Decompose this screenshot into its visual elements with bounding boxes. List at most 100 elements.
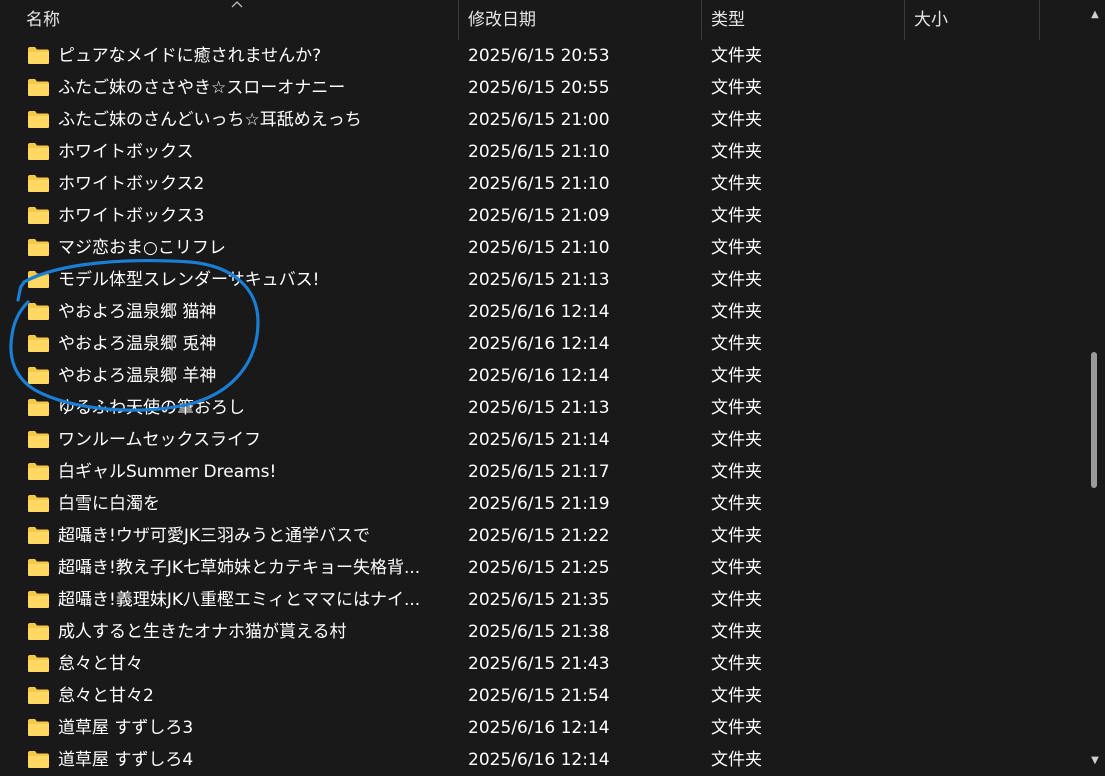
file-type: 文件夹 [711, 718, 762, 738]
file-date-modified: 2025/6/15 21:10 [468, 142, 610, 162]
file-date-modified: 2025/6/15 20:53 [468, 46, 610, 66]
file-type: 文件夹 [711, 302, 762, 322]
file-date-modified: 2025/6/15 21:25 [468, 558, 610, 578]
file-row[interactable]: 白雪に白濁を 2025/6/15 21:19 文件夹 [17, 488, 1085, 520]
file-row[interactable]: マジ恋おま○こリフレ 2025/6/15 21:10 文件夹 [17, 232, 1085, 264]
file-date-modified: 2025/6/15 21:13 [468, 398, 610, 418]
file-row[interactable]: やおよろ温泉郷 猫神 2025/6/16 12:14 文件夹 [17, 296, 1085, 328]
file-row[interactable]: 道草屋 すずしろ4 2025/6/16 12:14 文件夹 [17, 744, 1085, 776]
file-date-modified: 2025/6/15 21:10 [468, 174, 610, 194]
folder-icon [28, 591, 49, 608]
file-date-modified: 2025/6/15 21:22 [468, 526, 610, 546]
folder-icon [28, 431, 49, 448]
file-date-modified: 2025/6/16 12:14 [468, 302, 610, 322]
file-name: ホワイトボックス [58, 142, 194, 162]
file-type: 文件夹 [711, 654, 762, 674]
folder-icon [28, 207, 49, 224]
folder-icon [28, 303, 49, 320]
file-row[interactable]: 道草屋 すずしろ3 2025/6/16 12:14 文件夹 [17, 712, 1085, 744]
file-name: 道草屋 すずしろ4 [58, 750, 194, 770]
file-type: 文件夹 [711, 46, 762, 66]
folder-icon [28, 687, 49, 704]
folder-icon [28, 175, 49, 192]
file-type: 文件夹 [711, 622, 762, 642]
file-row[interactable]: ホワイトボックス 2025/6/15 21:10 文件夹 [17, 136, 1085, 168]
file-name: 怠々と甘々2 [58, 686, 154, 706]
file-row[interactable]: 超囁き!義理妹JK八重樫エミィとママにはナイ... 2025/6/15 21:35… [17, 584, 1085, 616]
file-name: ふたご妹のささやき☆スローオナニー [58, 78, 346, 98]
file-type: 文件夹 [711, 366, 762, 386]
file-name: 白ギャルSummer Dreams! [58, 462, 277, 482]
file-date-modified: 2025/6/16 12:14 [468, 366, 610, 386]
file-name: やおよろ温泉郷 羊神 [58, 366, 217, 386]
file-date-modified: 2025/6/15 21:38 [468, 622, 610, 642]
folder-icon [28, 559, 49, 576]
file-name: 白雪に白濁を [58, 494, 160, 514]
file-date-modified: 2025/6/15 21:14 [468, 430, 610, 450]
file-type: 文件夹 [711, 334, 762, 354]
file-date-modified: 2025/6/15 21:09 [468, 206, 610, 226]
column-header-bar: 名称 修改日期 类型 大小 [0, 0, 1085, 40]
folder-icon [28, 335, 49, 352]
file-row[interactable]: モデル体型スレンダーサキュバス! 2025/6/15 21:13 文件夹 [17, 264, 1085, 296]
folder-icon [28, 623, 49, 640]
file-type: 文件夹 [711, 270, 762, 290]
folder-icon [28, 463, 49, 480]
file-row[interactable]: 超囁き!教え子JK七草姉妹とカテキョー失格背... 2025/6/15 21:25… [17, 552, 1085, 584]
file-type: 文件夹 [711, 398, 762, 418]
file-row[interactable]: ピュアなメイドに癒されませんか? 2025/6/15 20:53 文件夹 [17, 40, 1085, 72]
file-row[interactable]: やおよろ温泉郷 羊神 2025/6/16 12:14 文件夹 [17, 360, 1085, 392]
file-row[interactable]: 怠々と甘々2 2025/6/15 21:54 文件夹 [17, 680, 1085, 712]
folder-icon [28, 239, 49, 256]
folder-icon [28, 143, 49, 160]
file-name: やおよろ温泉郷 猫神 [58, 302, 217, 322]
file-row[interactable]: ふたご妹のさんどいっち☆耳舐めえっち 2025/6/15 21:00 文件夹 [17, 104, 1085, 136]
file-date-modified: 2025/6/16 12:14 [468, 334, 610, 354]
folder-icon [28, 751, 49, 768]
file-name: ゆるふわ天使の筆おろし [58, 398, 245, 418]
file-row[interactable]: ワンルームセックスライフ 2025/6/15 21:14 文件夹 [17, 424, 1085, 456]
file-name: 超囁き!教え子JK七草姉妹とカテキョー失格背... [58, 558, 421, 578]
column-header-size[interactable]: 大小 [905, 0, 1040, 40]
file-row[interactable]: 白ギャルSummer Dreams! 2025/6/15 21:17 文件夹 [17, 456, 1085, 488]
file-type: 文件夹 [711, 110, 762, 130]
file-row[interactable]: やおよろ温泉郷 兎神 2025/6/16 12:14 文件夹 [17, 328, 1085, 360]
scroll-down-arrow-icon[interactable]: ▼ [1090, 756, 1100, 766]
file-row[interactable]: 成人すると生きたオナホ猫が貰える村 2025/6/15 21:38 文件夹 [17, 616, 1085, 648]
file-type: 文件夹 [711, 238, 762, 258]
folder-icon [28, 47, 49, 64]
file-date-modified: 2025/6/15 21:13 [468, 270, 610, 290]
file-date-modified: 2025/6/15 21:19 [468, 494, 610, 514]
file-row[interactable]: 怠々と甘々 2025/6/15 21:43 文件夹 [17, 648, 1085, 680]
file-row[interactable]: ホワイトボックス3 2025/6/15 21:09 文件夹 [17, 200, 1085, 232]
file-name: 怠々と甘々 [58, 654, 143, 674]
file-date-modified: 2025/6/15 20:55 [468, 78, 610, 98]
column-header-type[interactable]: 类型 [702, 0, 905, 40]
file-type: 文件夹 [711, 78, 762, 98]
vertical-scrollbar[interactable]: ▲ ▼ [1085, 0, 1105, 776]
file-type: 文件夹 [711, 462, 762, 482]
file-date-modified: 2025/6/15 21:35 [468, 590, 610, 610]
file-row[interactable]: 超囁き!ウザ可愛JK三羽みうと通学バスで 2025/6/15 21:22 文件夹 [17, 520, 1085, 552]
folder-icon [28, 495, 49, 512]
file-row[interactable]: ふたご妹のささやき☆スローオナニー 2025/6/15 20:55 文件夹 [17, 72, 1085, 104]
file-name: ホワイトボックス3 [58, 206, 205, 226]
folder-icon [28, 79, 49, 96]
folder-icon [28, 719, 49, 736]
file-type: 文件夹 [711, 206, 762, 226]
file-name: 道草屋 すずしろ3 [58, 718, 194, 738]
file-name: ワンルームセックスライフ [58, 430, 261, 450]
scroll-up-arrow-icon[interactable]: ▲ [1090, 10, 1100, 20]
file-name: やおよろ温泉郷 兎神 [58, 334, 217, 354]
file-row[interactable]: ホワイトボックス2 2025/6/15 21:10 文件夹 [17, 168, 1085, 200]
file-type: 文件夹 [711, 494, 762, 514]
column-header-name[interactable]: 名称 [17, 0, 459, 40]
file-row[interactable]: ゆるふわ天使の筆おろし 2025/6/15 21:13 文件夹 [17, 392, 1085, 424]
scrollbar-thumb[interactable] [1091, 352, 1097, 488]
folder-icon [28, 111, 49, 128]
column-header-date-modified[interactable]: 修改日期 [459, 0, 702, 40]
file-name: 超囁き!義理妹JK八重樫エミィとママにはナイ... [58, 590, 421, 610]
file-date-modified: 2025/6/16 12:14 [468, 750, 610, 770]
file-name: 成人すると生きたオナホ猫が貰える村 [58, 622, 347, 642]
file-name: マジ恋おま○こリフレ [58, 238, 226, 258]
